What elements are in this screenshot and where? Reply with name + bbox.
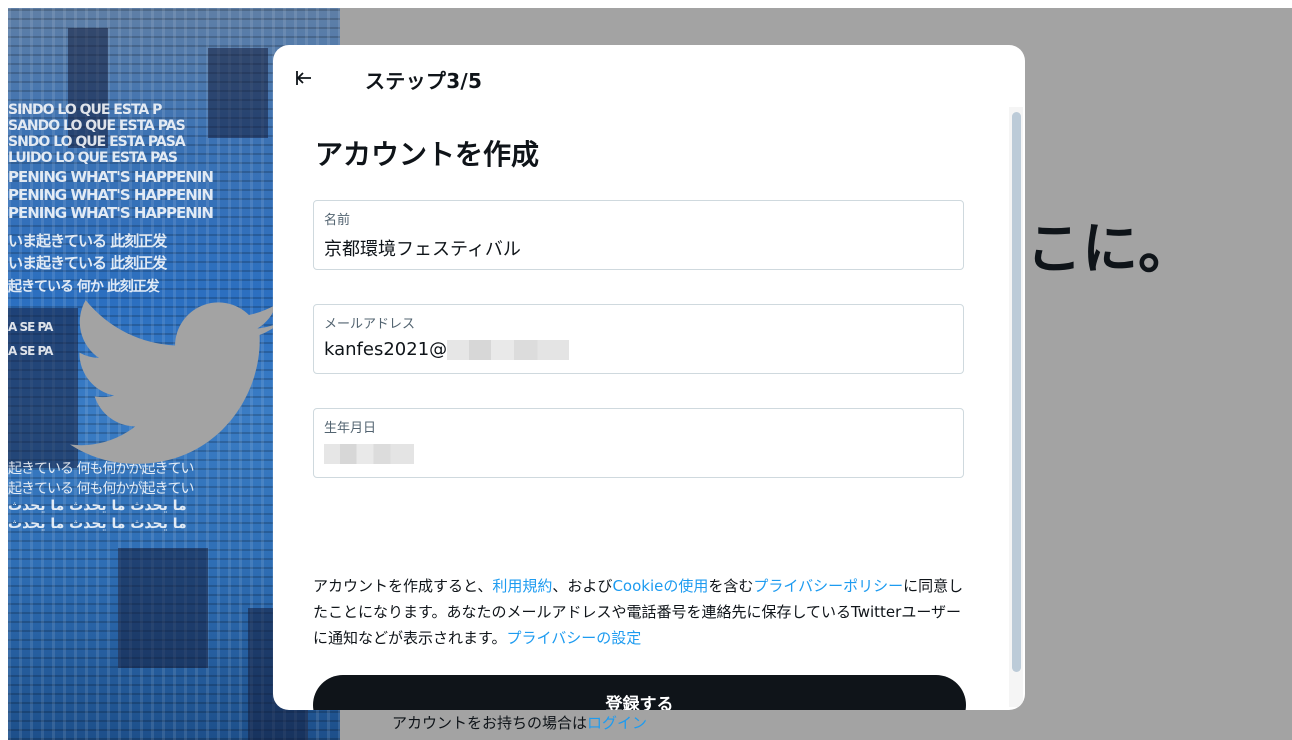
cookie-use-link[interactable]: Cookieの使用 <box>612 577 708 595</box>
privacy-policy-link[interactable]: プライバシーポリシー <box>753 577 903 595</box>
page-title: アカウントを作成 <box>315 138 540 171</box>
name-field-label: 名前 <box>324 213 351 228</box>
email-field-label: メールアドレス <box>324 317 416 332</box>
privacy-settings-link[interactable]: プライバシーの設定 <box>507 629 642 647</box>
signup-button[interactable]: 登録する <box>313 675 966 710</box>
terms-of-service-link[interactable]: 利用規約 <box>492 577 552 595</box>
modal-header: ステップ3/5 <box>273 45 1025 111</box>
background-login-prompt: アカウントをお持ちの場合はログイン <box>392 712 647 733</box>
redacted-block <box>447 340 570 360</box>
twitter-bird-icon <box>70 300 283 464</box>
terms-text: を含む <box>708 577 754 595</box>
email-field-value-wrap[interactable]: kanfes2021@ <box>324 339 570 360</box>
terms-notice: アカウントを作成すると、利用規約、およびCookieの使用を含むプライバシーポリ… <box>313 573 969 651</box>
birthdate-field-value-wrap[interactable] <box>324 443 414 464</box>
name-field[interactable]: 名前 京都環境フェスティバル <box>313 200 964 270</box>
birthdate-field-label: 生年月日 <box>324 421 377 436</box>
terms-text: 、および <box>552 577 613 595</box>
login-prompt-text: アカウントをお持ちの場合は <box>392 714 588 732</box>
step-indicator: ステップ3/5 <box>365 69 483 93</box>
signup-modal: ステップ3/5 アカウントを作成 名前 京都環境フェスティバル メールアドレス … <box>273 45 1025 710</box>
arrow-left-bar-icon <box>296 71 311 85</box>
login-link[interactable]: ログイン <box>587 714 647 732</box>
name-field-value[interactable]: 京都環境フェスティバル <box>324 235 521 261</box>
scrollbar-thumb[interactable] <box>1012 112 1021 672</box>
background-headline: こに。 <box>1026 217 1194 282</box>
art-shadow <box>118 548 208 668</box>
email-field[interactable]: メールアドレス kanfes2021@ <box>313 304 964 374</box>
terms-text: アカウントを作成すると、 <box>313 577 493 595</box>
back-button[interactable] <box>291 65 317 91</box>
redacted-block <box>324 444 414 464</box>
birthdate-field[interactable]: 生年月日 <box>313 408 964 478</box>
email-field-value: kanfes2021@ <box>324 339 448 360</box>
